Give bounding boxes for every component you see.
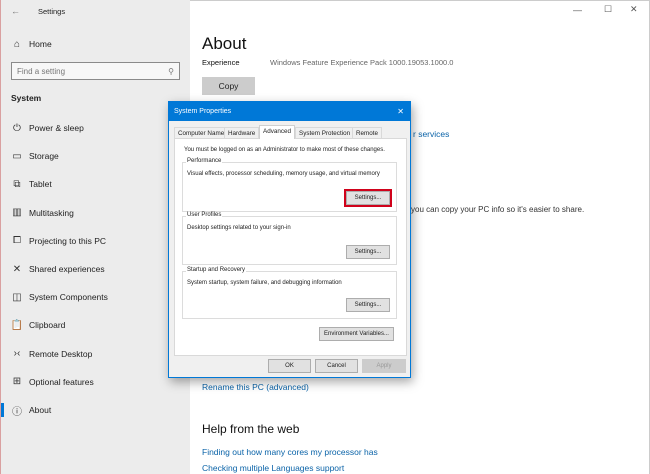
sidebar-item-system-components[interactable]: ◫System Components [1, 285, 191, 309]
tab-computer-name[interactable]: Computer Name [174, 127, 228, 138]
sidebar-item-power-sleep[interactable]: ⏻Power & sleep [1, 116, 191, 140]
sidebar-item-clipboard[interactable]: 📋Clipboard [1, 313, 191, 337]
help-heading: Help from the web [202, 422, 299, 436]
clipboard-icon: 📋 [1, 320, 29, 331]
window-title: Settings [38, 7, 65, 16]
dialog-title-bar: System Properties✕ [169, 102, 410, 121]
admin-note: You must be logged on as an Administrato… [184, 147, 385, 153]
about-icon: ⓘ [1, 403, 29, 418]
sidebar-item-storage[interactable]: ▭Storage [1, 144, 191, 168]
power-sleep-icon: ⏻ [1, 123, 29, 134]
startup-recovery-group: Startup and Recovery System startup, sys… [182, 271, 397, 319]
system-properties-dialog: System Properties✕ Computer Name Hardwar… [168, 101, 411, 378]
copy-info-text: you can copy your PC info so it's easier… [411, 205, 584, 214]
sidebar: ← Settings ⌂Home Find a setting⚲ System … [0, 0, 190, 474]
system-components-icon: ◫ [1, 292, 29, 303]
sidebar-item-optional-features[interactable]: ⊞Optional features [1, 370, 191, 394]
projecting-to-this-pc-icon: ⧠ [1, 235, 29, 246]
dialog-close-button[interactable]: ✕ [397, 107, 410, 116]
back-icon[interactable]: ← [11, 6, 20, 16]
ok-button[interactable]: OK [268, 359, 311, 373]
sidebar-item-about[interactable]: ⓘAbout [1, 398, 191, 422]
remote-desktop-icon: ›‹ [1, 348, 29, 359]
user-profiles-group: User Profiles Desktop settings related t… [182, 216, 397, 265]
advanced-panel: You must be logged on as an Administrato… [174, 138, 407, 356]
tablet-icon: ⧉ [1, 179, 29, 190]
environment-variables-button[interactable]: Environment Variables... [319, 327, 394, 341]
page-title: About [202, 34, 246, 54]
services-link[interactable]: r services [413, 129, 449, 139]
multitasking-icon: ▥ [1, 207, 29, 218]
section-heading: System [11, 93, 41, 103]
user-profiles-settings-button[interactable]: Settings... [346, 245, 390, 259]
experience-value: Windows Feature Experience Pack 1000.190… [270, 58, 453, 67]
help-link[interactable]: Finding out how many cores my processor … [202, 447, 378, 457]
sidebar-item-multitasking[interactable]: ▥Multitasking [1, 201, 191, 225]
help-link[interactable]: Checking multiple Languages support [202, 463, 344, 473]
search-icon: ⚲ [168, 67, 174, 76]
apply-button[interactable]: Apply [362, 359, 406, 373]
cancel-button[interactable]: Cancel [315, 359, 358, 373]
home-icon: ⌂ [1, 39, 29, 50]
tab-hardware[interactable]: Hardware [224, 127, 259, 138]
tab-advanced[interactable]: Advanced [259, 125, 295, 139]
sidebar-item-shared-experiences[interactable]: ✕Shared experiences [1, 257, 191, 281]
search-input[interactable]: Find a setting⚲ [11, 62, 180, 80]
tab-remote[interactable]: Remote [352, 127, 382, 138]
minimize-button[interactable]: — [573, 5, 582, 15]
maximize-button[interactable]: ☐ [604, 4, 612, 15]
startup-settings-button[interactable]: Settings... [346, 298, 390, 312]
sidebar-item-projecting-to-this-pc[interactable]: ⧠Projecting to this PC [1, 229, 191, 253]
performance-settings-button[interactable]: Settings... [346, 191, 390, 205]
optional-features-icon: ⊞ [1, 376, 29, 387]
rename-pc-link[interactable]: Rename this PC (advanced) [202, 382, 309, 392]
sidebar-item-home[interactable]: ⌂Home [1, 32, 191, 56]
tab-system-protection[interactable]: System Protection [295, 127, 354, 138]
performance-group: Performance Visual effects, processor sc… [182, 162, 397, 212]
experience-label: Experience [202, 58, 240, 67]
active-indicator [1, 403, 4, 417]
sidebar-item-tablet[interactable]: ⧉Tablet [1, 172, 191, 196]
copy-button[interactable]: Copy [202, 77, 255, 95]
storage-icon: ▭ [1, 151, 29, 162]
shared-experiences-icon: ✕ [1, 264, 29, 275]
sidebar-item-remote-desktop[interactable]: ›‹Remote Desktop [1, 342, 191, 366]
close-button[interactable]: ✕ [630, 4, 638, 15]
